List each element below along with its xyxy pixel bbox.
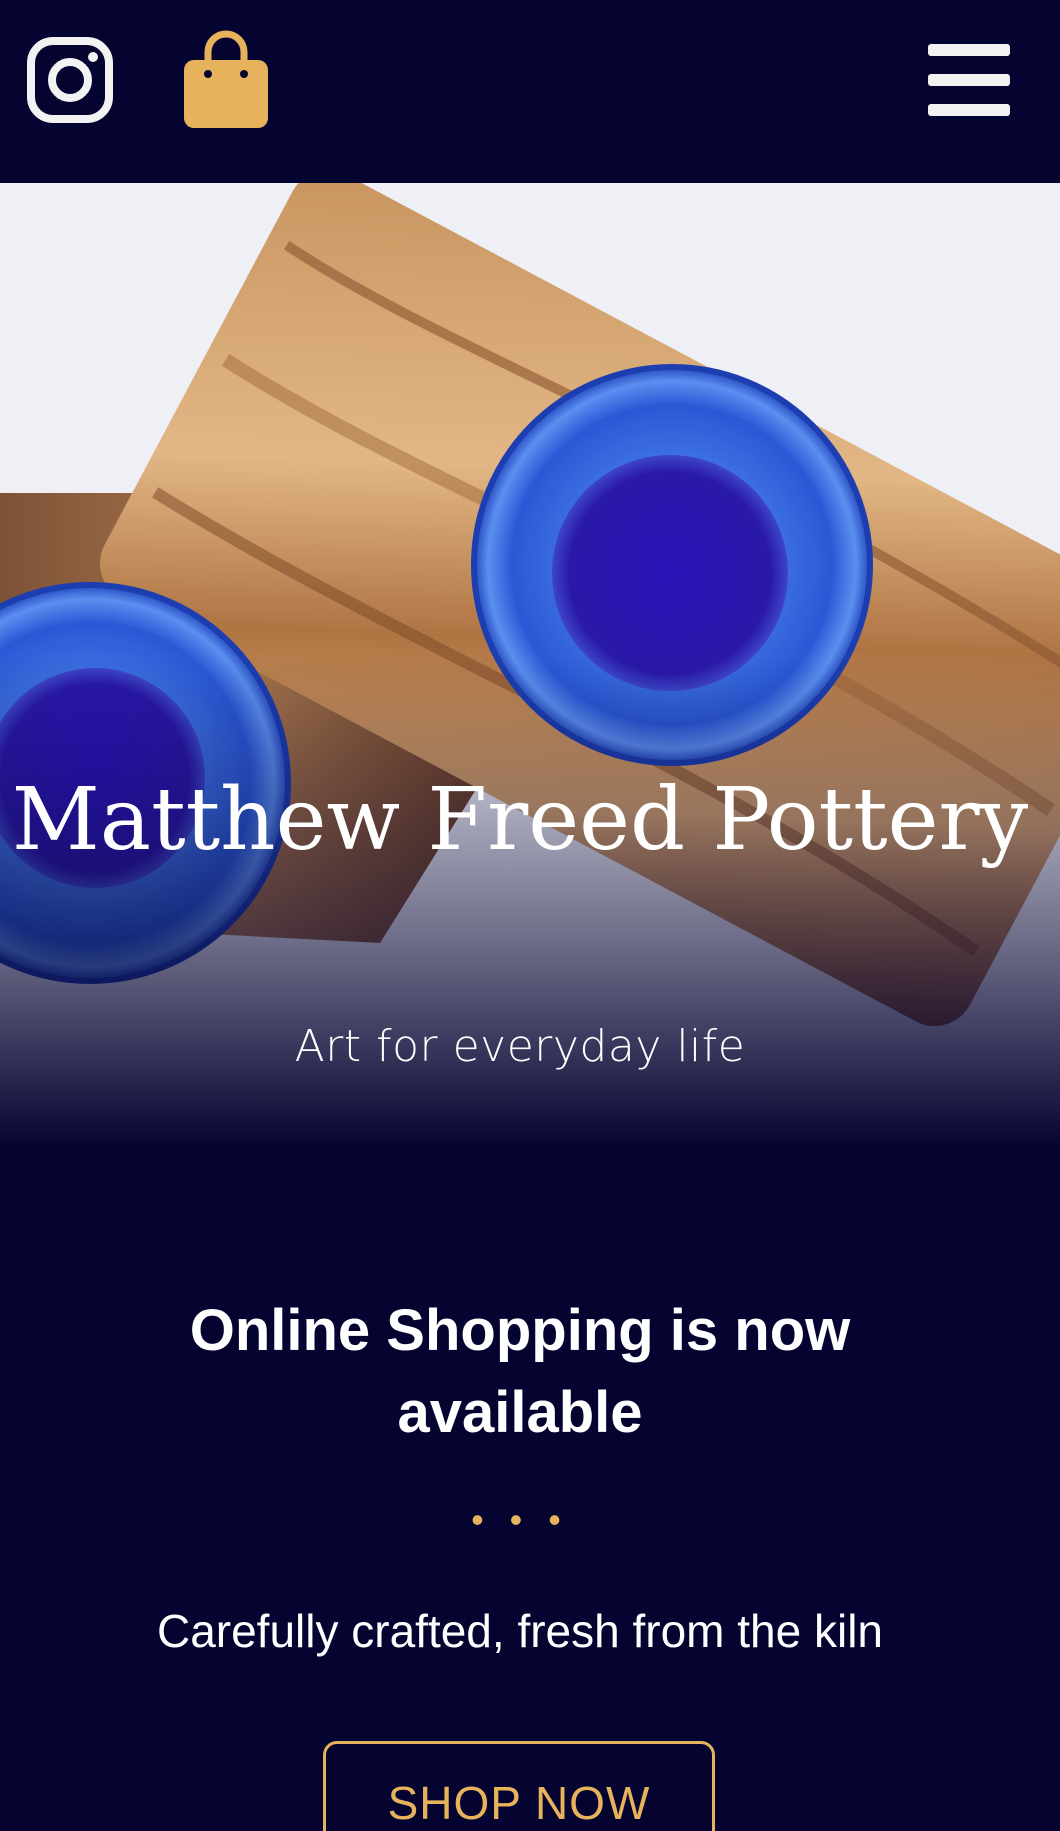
page: Matthew Freed Pottery Art for everyday l…	[0, 0, 1060, 1831]
hero-subtitle: Art for everyday life	[294, 1021, 746, 1072]
shopping-bag-icon[interactable]	[182, 28, 270, 130]
promo-heading: Online Shopping is now available	[189, 1298, 851, 1445]
instagram-icon[interactable]	[26, 36, 114, 124]
hamburger-menu-icon[interactable]	[926, 40, 1012, 120]
promo-tagline: Carefully crafted, fresh from the kiln	[156, 1605, 884, 1657]
shop-now-button[interactable]: SHOP NOW	[323, 1741, 715, 1831]
site-header	[0, 0, 1060, 183]
shop-now-label: SHOP NOW	[387, 1777, 651, 1829]
dots-divider: • • •	[471, 1499, 569, 1540]
hero-banner: Matthew Freed Pottery Art for everyday l…	[0, 183, 1060, 1233]
hero-image	[0, 183, 1060, 1233]
hero-title: Matthew Freed Pottery	[11, 770, 1029, 870]
